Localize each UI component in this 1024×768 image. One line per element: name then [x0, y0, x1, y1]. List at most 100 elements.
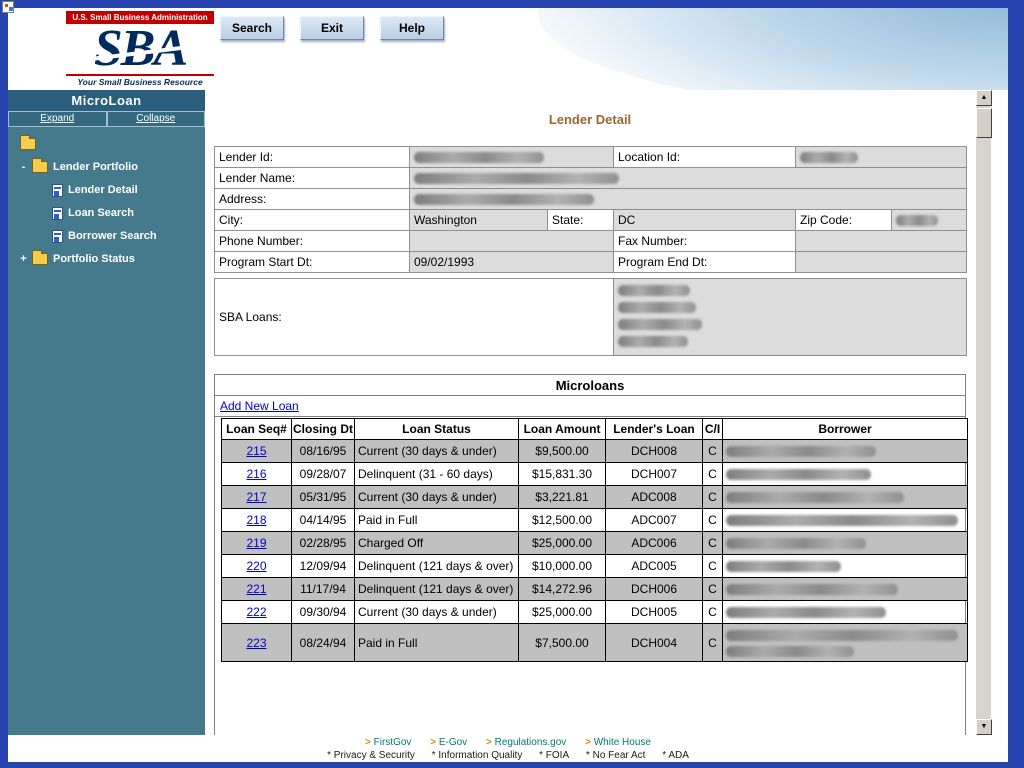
redacted-value [618, 285, 690, 296]
footer-policy-foia[interactable]: * FOIA [539, 750, 569, 761]
loan-row: 223 08/24/94 Paid in Full $7,500.00 DCH0… [222, 624, 968, 662]
sidebar-item-portfolio-status[interactable]: + Portfolio Status [16, 252, 205, 266]
footer-policy-label: Privacy & Security [334, 750, 415, 761]
lender-name-value [410, 168, 967, 189]
vertical-scrollbar[interactable]: ▲ ▼ [975, 90, 991, 735]
loan-amount-cell: $3,221.81 [519, 486, 606, 509]
location-id-label: Location Id: [614, 147, 796, 168]
sba-loans-box: SBA Loans: [214, 278, 967, 356]
document-icon [52, 184, 63, 197]
policy-marker: * [586, 750, 590, 761]
footer-link-label[interactable]: White House [594, 737, 651, 748]
redacted-value [414, 194, 594, 205]
loan-row: 221 11/17/94 Delinquent (121 days & over… [222, 578, 968, 601]
sidebar-item-lender-portfolio[interactable]: - Lender Portfolio [16, 160, 205, 174]
loan-seq-link[interactable]: 220 [246, 559, 266, 573]
loan-seq-link[interactable]: 219 [246, 536, 266, 550]
lender-detail-form: Lender Id: Location Id: Lender Name: Add… [214, 146, 967, 273]
state-label: State: [548, 210, 614, 231]
search-button[interactable]: Search [220, 16, 284, 40]
scrollbar-thumb[interactable] [976, 108, 992, 138]
program-start-label: Program Start Dt: [215, 252, 410, 273]
sidebar-title: MicroLoan [8, 90, 205, 111]
loan-seq-link[interactable]: 223 [246, 636, 266, 650]
closing-dt-cell: 05/31/95 [292, 486, 355, 509]
footer-link-label[interactable]: FirstGov [374, 737, 412, 748]
sidebar-item-loan-search[interactable]: Loan Search [16, 206, 205, 220]
loan-seq-link[interactable]: 216 [246, 467, 266, 481]
lender-id-value [410, 147, 614, 168]
document-icon [52, 207, 63, 220]
page-title: Lender Detail [214, 112, 966, 127]
footer-link-whitehouse[interactable]: > White House [585, 737, 651, 748]
loan-seq-link[interactable]: 222 [246, 605, 266, 619]
footer-link-label[interactable]: E-Gov [439, 737, 467, 748]
address-value [410, 189, 967, 210]
footer-link-label[interactable]: Regulations.gov [495, 737, 567, 748]
footer-policy-label: ADA [668, 750, 689, 761]
borrower-cell [723, 509, 968, 532]
loan-row: 217 05/31/95 Current (30 days & under) $… [222, 486, 968, 509]
col-ci: C/I [703, 419, 723, 440]
lenders-loan-cell: DCH008 [606, 440, 703, 463]
city-value: Washington [410, 210, 548, 231]
expand-button[interactable]: Expand [8, 111, 107, 127]
footer-policy-label: Information Quality [438, 750, 522, 761]
sidebar-item-label: Loan Search [68, 207, 134, 219]
loan-row: 222 09/30/94 Current (30 days & under) $… [222, 601, 968, 624]
footer-link-egov[interactable]: > E-Gov [430, 737, 467, 748]
loan-amount-cell: $7,500.00 [519, 624, 606, 662]
loan-status-cell: Current (30 days & under) [355, 486, 519, 509]
loan-seq-link[interactable]: 218 [246, 513, 266, 527]
page-canvas: U.S. Small Business Administration SBA Y… [8, 8, 1008, 762]
loan-amount-cell: $9,500.00 [519, 440, 606, 463]
scroll-down-button[interactable]: ▼ [976, 719, 992, 735]
sidebar-item-label: Lender Portfolio [53, 161, 138, 173]
footer-policy-ada[interactable]: * ADA [662, 750, 689, 761]
footer-policies: * Privacy & Security * Information Quali… [8, 750, 1008, 761]
borrower-cell [723, 555, 968, 578]
lenders-loan-cell: ADC006 [606, 532, 703, 555]
collapse-glyph[interactable]: - [20, 161, 27, 173]
footer-policy-label: FOIA [546, 750, 569, 761]
footer-policy-privacy[interactable]: * Privacy & Security [327, 750, 415, 761]
loan-status-cell: Charged Off [355, 532, 519, 555]
location-id-value [796, 147, 967, 168]
footer: > FirstGov > E-Gov > Regulations.gov > W… [8, 735, 1008, 762]
footer-policy-info-quality[interactable]: * Information Quality [432, 750, 523, 761]
loan-row: 215 08/16/95 Current (30 days & under) $… [222, 440, 968, 463]
zip-label: Zip Code: [796, 210, 892, 231]
redacted-value [726, 646, 854, 657]
add-new-loan-link[interactable]: Add New Loan [220, 399, 299, 413]
collapse-button[interactable]: Collapse [107, 111, 206, 127]
policy-marker: * [539, 750, 543, 761]
loan-seq-link[interactable]: 221 [246, 582, 266, 596]
redacted-value [618, 319, 702, 330]
sba-loans-value [614, 279, 967, 356]
footer-link-regulations[interactable]: > Regulations.gov [486, 737, 566, 748]
scroll-up-button[interactable]: ▲ [976, 90, 992, 106]
borrower-cell [723, 486, 968, 509]
footer-link-firstgov[interactable]: > FirstGov [365, 737, 411, 748]
ci-cell: C [703, 440, 723, 463]
loan-seq-link[interactable]: 217 [246, 490, 266, 504]
redacted-value [618, 302, 696, 313]
sidebar-item-lender-detail[interactable]: Lender Detail [16, 183, 205, 197]
redacted-value [726, 607, 886, 618]
loan-status-cell: Delinquent (121 days & over) [355, 578, 519, 601]
expand-glyph[interactable]: + [20, 253, 27, 265]
closing-dt-cell: 09/30/94 [292, 601, 355, 624]
help-button[interactable]: Help [380, 16, 444, 40]
col-loan-status: Loan Status [355, 419, 519, 440]
closing-dt-cell: 09/28/07 [292, 463, 355, 486]
footer-policy-no-fear-act[interactable]: * No Fear Act [586, 750, 646, 761]
lenders-loan-cell: ADC005 [606, 555, 703, 578]
loan-row: 219 02/28/95 Charged Off $25,000.00 ADC0… [222, 532, 968, 555]
closing-dt-cell: 11/17/94 [292, 578, 355, 601]
exit-button[interactable]: Exit [300, 16, 364, 40]
main-content: Lender Detail Lender Id: Location Id: Le… [205, 90, 975, 735]
loan-seq-link[interactable]: 215 [246, 444, 266, 458]
lender-name-label: Lender Name: [215, 168, 410, 189]
sidebar-item-borrower-search[interactable]: Borrower Search [16, 229, 205, 243]
redacted-value [414, 152, 544, 163]
